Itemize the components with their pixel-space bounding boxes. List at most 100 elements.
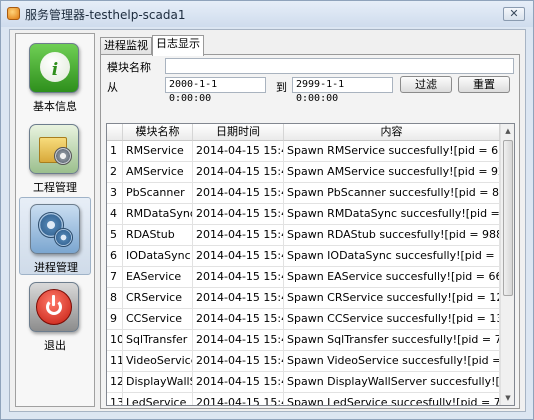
row-datetime: 2014-04-15 15:42:57 — [193, 267, 284, 288]
table-row[interactable]: 9 CCService 2014-04-15 15:42:57 Spawn CC… — [107, 309, 500, 330]
row-index: 4 — [107, 204, 123, 225]
row-index: 9 — [107, 309, 123, 330]
filter-button[interactable]: 过滤 — [400, 76, 452, 93]
row-index: 11 — [107, 351, 123, 372]
window-title: 服务管理器-testhelp-scada1 — [25, 8, 186, 22]
row-datetime: 2014-04-15 15:42:57 — [193, 330, 284, 351]
row-module: EAService — [123, 267, 193, 288]
row-content: Spawn DisplayWallServer succesfully![pid… — [284, 372, 500, 393]
row-module: PbScanner — [123, 183, 193, 204]
row-index: 3 — [107, 183, 123, 204]
table-row[interactable]: 1 RMService 2014-04-15 15:42:57 Spawn RM… — [107, 141, 500, 162]
row-module: CRService — [123, 288, 193, 309]
row-content: Spawn PbScanner succesfully![pid = 8904] — [284, 183, 500, 204]
scroll-thumb[interactable] — [503, 140, 513, 296]
to-datetime-field[interactable]: 2999-1-1 0:00:00 — [292, 77, 393, 104]
table-row[interactable]: 5 RDAStub 2014-04-15 15:42:57 Spawn RDAS… — [107, 225, 500, 246]
column-header-datetime[interactable]: 日期时间 — [193, 124, 284, 141]
table-row[interactable]: 12 DisplayWallSe... 2014-04-15 15:42:57 … — [107, 372, 500, 393]
client-area: i 基本信息 工程管理 进程管理 退出 进程监视 日志显示 模块名称 从 200… — [9, 29, 526, 412]
table-row[interactable]: 13 LedService 2014-04-15 15:42:57 Spawn … — [107, 393, 500, 405]
row-datetime: 2014-04-15 15:42:57 — [193, 393, 284, 405]
sidebar-item-project-management[interactable]: 工程管理 — [19, 118, 91, 196]
row-content: Spawn RDAStub succesfully![pid = 9888] — [284, 225, 500, 246]
vertical-scrollbar[interactable]: ▲ ▼ — [500, 124, 514, 405]
row-content: Spawn CCService succesfully![pid = 1380] — [284, 309, 500, 330]
row-module: RMDataSync — [123, 204, 193, 225]
row-index: 10 — [107, 330, 123, 351]
sidebar-item-basic-info[interactable]: i 基本信息 — [19, 37, 91, 115]
row-content: Spawn RMService succesfully![pid = 6320] — [284, 141, 500, 162]
row-content: Spawn EAService succesfully![pid = 6640] — [284, 267, 500, 288]
row-module: RDAStub — [123, 225, 193, 246]
row-index: 8 — [107, 288, 123, 309]
tab-process-monitor[interactable]: 进程监视 — [100, 37, 152, 55]
row-index: 1 — [107, 141, 123, 162]
row-datetime: 2014-04-15 15:42:57 — [193, 183, 284, 204]
title-bar[interactable]: 服务管理器-testhelp-scada1 ✕ — [1, 1, 533, 27]
log-display-panel: 模块名称 从 2000-1-1 0:00:00 到 2999-1-1 0:00:… — [100, 54, 520, 409]
table-row[interactable]: 2 AMService 2014-04-15 15:42:57 Spawn AM… — [107, 162, 500, 183]
row-module: LedService — [123, 393, 193, 405]
table-row[interactable]: 10 SqlTransfer 2014-04-15 15:42:57 Spawn… — [107, 330, 500, 351]
row-datetime: 2014-04-15 15:42:57 — [193, 204, 284, 225]
sidebar: i 基本信息 工程管理 进程管理 退出 — [15, 33, 95, 407]
column-header-index[interactable] — [107, 124, 123, 141]
row-module: VideoService — [123, 351, 193, 372]
row-content: Spawn RMDataSync succesfully![pid = 4228… — [284, 204, 500, 225]
row-content: Spawn AMService succesfully![pid = 9228] — [284, 162, 500, 183]
table-row[interactable]: 6 IODataSync 2014-04-15 15:42:57 Spawn I… — [107, 246, 500, 267]
row-module: AMService — [123, 162, 193, 183]
info-icon: i — [29, 43, 79, 93]
table-row[interactable]: 4 RMDataSync 2014-04-15 15:42:57 Spawn R… — [107, 204, 500, 225]
log-table[interactable]: 模块名称 日期时间 内容 1 RMService 2014-04-15 15:4… — [106, 123, 515, 406]
row-module: SqlTransfer — [123, 330, 193, 351]
sidebar-item-process-management[interactable]: 进程管理 — [19, 197, 91, 275]
row-content: Spawn IODataSync succesfully![pid = 1096… — [284, 246, 500, 267]
main-window: 服务管理器-testhelp-scada1 ✕ i 基本信息 工程管理 进程管理… — [0, 0, 534, 420]
app-icon — [7, 7, 20, 20]
to-label: 到 — [276, 81, 287, 94]
row-module: IODataSync — [123, 246, 193, 267]
row-datetime: 2014-04-15 15:42:57 — [193, 246, 284, 267]
sidebar-item-label: 基本信息 — [33, 100, 77, 113]
tab-log-display[interactable]: 日志显示 — [152, 35, 204, 56]
row-index: 2 — [107, 162, 123, 183]
row-datetime: 2014-04-15 15:42:57 — [193, 162, 284, 183]
sidebar-item-label: 退出 — [44, 339, 66, 352]
project-folder-gear-icon — [29, 124, 79, 174]
sidebar-item-label: 进程管理 — [34, 261, 78, 274]
column-header-module[interactable]: 模块名称 — [123, 124, 193, 141]
module-name-input[interactable] — [165, 58, 514, 74]
table-row[interactable]: 11 VideoService 2014-04-15 15:42:57 Spaw… — [107, 351, 500, 372]
power-icon — [29, 282, 79, 332]
row-datetime: 2014-04-15 15:42:57 — [193, 141, 284, 162]
row-datetime: 2014-04-15 15:42:57 — [193, 288, 284, 309]
scroll-up-icon[interactable]: ▲ — [502, 124, 514, 138]
row-index: 6 — [107, 246, 123, 267]
table-row[interactable]: 7 EAService 2014-04-15 15:42:57 Spawn EA… — [107, 267, 500, 288]
row-index: 12 — [107, 372, 123, 393]
table-row[interactable]: 8 CRService 2014-04-15 15:42:57 Spawn CR… — [107, 288, 500, 309]
row-index: 7 — [107, 267, 123, 288]
row-datetime: 2014-04-15 15:42:57 — [193, 372, 284, 393]
scroll-down-icon[interactable]: ▼ — [502, 391, 514, 405]
row-content: Spawn CRService succesfully![pid = 1208] — [284, 288, 500, 309]
row-index: 5 — [107, 225, 123, 246]
row-module: CCService — [123, 309, 193, 330]
row-content: Spawn SqlTransfer succesfully![pid = 716… — [284, 330, 500, 351]
row-module: RMService — [123, 141, 193, 162]
sidebar-item-label: 工程管理 — [33, 181, 77, 194]
from-datetime-field[interactable]: 2000-1-1 0:00:00 — [165, 77, 266, 104]
row-datetime: 2014-04-15 15:42:57 — [193, 225, 284, 246]
row-module: DisplayWallSe... — [123, 372, 193, 393]
close-button[interactable]: ✕ — [503, 7, 525, 21]
table-row[interactable]: 3 PbScanner 2014-04-15 15:42:57 Spawn Pb… — [107, 183, 500, 204]
column-header-content[interactable]: 内容 — [284, 124, 500, 141]
sidebar-item-exit[interactable]: 退出 — [19, 276, 91, 354]
row-index: 13 — [107, 393, 123, 405]
process-gears-icon — [30, 204, 80, 254]
row-content: Spawn LedService succesfully![pid = 7868… — [284, 393, 500, 405]
row-datetime: 2014-04-15 15:42:57 — [193, 309, 284, 330]
reset-button[interactable]: 重置 — [458, 76, 510, 93]
